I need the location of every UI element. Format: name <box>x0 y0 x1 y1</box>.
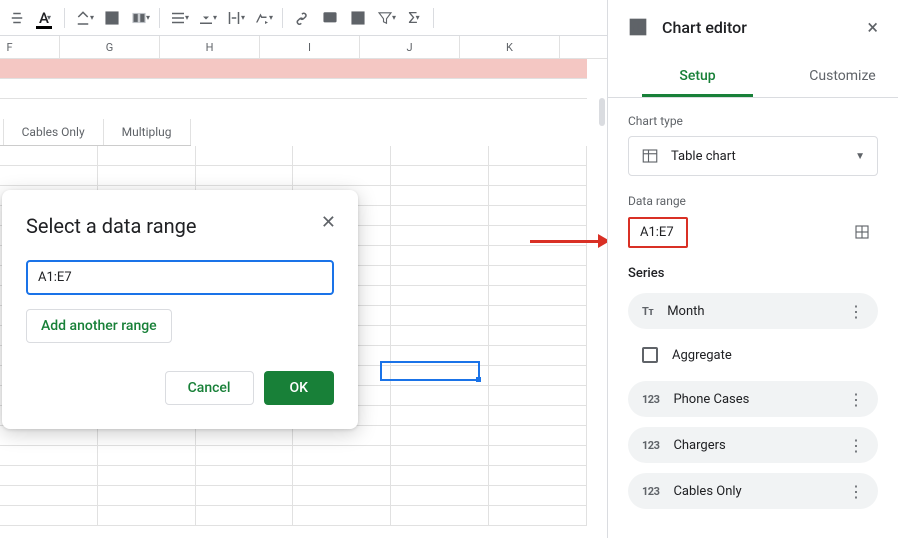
insert-link-icon[interactable] <box>289 5 315 31</box>
series-label: Month <box>667 304 848 319</box>
ok-button[interactable]: OK <box>264 371 335 405</box>
insert-comment-icon[interactable] <box>317 5 343 31</box>
chart-type-value: Table chart <box>671 149 855 164</box>
v-align-icon[interactable] <box>194 5 220 31</box>
series-item-chargers[interactable]: 123 Chargers ⋮ <box>628 427 878 463</box>
fill-color-icon[interactable] <box>71 5 97 31</box>
data-range-label: Data range <box>628 194 878 208</box>
text-type-icon: Tᴛ <box>642 305 653 318</box>
close-sidebar-icon[interactable]: × <box>867 15 878 39</box>
more-icon[interactable]: ⋮ <box>848 302 864 321</box>
more-icon[interactable]: ⋮ <box>848 482 864 501</box>
text-rotate-icon[interactable] <box>250 5 276 31</box>
more-icon[interactable]: ⋮ <box>848 436 864 455</box>
add-another-range-button[interactable]: Add another range <box>26 309 172 343</box>
column-headers: F G H I J K <box>0 36 607 59</box>
sidebar-title: Chart editor <box>662 18 867 37</box>
aggregate-row[interactable]: Aggregate <box>628 339 878 381</box>
select-data-range-modal: Select a data range ✕ Add another range … <box>2 190 358 429</box>
aggregate-label: Aggregate <box>672 348 732 363</box>
col-header[interactable]: H <box>160 36 260 58</box>
modal-title: Select a data range <box>26 214 334 238</box>
h-align-icon[interactable] <box>166 5 192 31</box>
data-range-input[interactable] <box>26 260 334 295</box>
selected-cell[interactable] <box>380 361 480 381</box>
aggregate-checkbox[interactable] <box>642 347 658 363</box>
chart-icon <box>628 17 648 37</box>
chart-type-select[interactable]: Table chart ▼ <box>628 136 878 176</box>
col-header[interactable]: K <box>460 36 560 58</box>
cancel-button[interactable]: Cancel <box>165 371 254 405</box>
text-color-icon[interactable]: A <box>32 5 58 31</box>
table-chart-icon <box>641 147 659 165</box>
strikethrough-icon[interactable] <box>4 5 30 31</box>
series-section-label: Series <box>628 266 878 281</box>
select-range-icon[interactable] <box>846 216 878 248</box>
tab-customize[interactable]: Customize <box>787 54 898 97</box>
functions-icon[interactable]: Σ <box>401 5 427 31</box>
col-header[interactable]: G <box>60 36 160 58</box>
scrollbar[interactable] <box>599 98 605 126</box>
data-range-value[interactable]: A1:E7 <box>628 217 688 248</box>
number-type-icon: 123 <box>642 485 659 498</box>
series-item-month[interactable]: Tᴛ Month ⋮ <box>628 293 878 329</box>
tab-multiplug[interactable]: Multiplug <box>104 119 191 145</box>
sheet-tabs: ers Cables Only Multiplug <box>0 119 191 146</box>
number-type-icon: 123 <box>642 439 659 452</box>
close-icon[interactable]: ✕ <box>321 212 336 233</box>
series-item-cables-only[interactable]: 123 Cables Only ⋮ <box>628 473 878 509</box>
borders-icon[interactable] <box>99 5 125 31</box>
chart-type-label: Chart type <box>628 114 878 128</box>
tab-cables-only[interactable]: Cables Only <box>4 119 104 145</box>
tab-setup[interactable]: Setup <box>642 54 753 97</box>
series-label: Chargers <box>673 438 848 453</box>
text-wrap-icon[interactable] <box>222 5 248 31</box>
series-item-phone-cases[interactable]: 123 Phone Cases ⋮ <box>628 381 878 417</box>
col-header[interactable]: I <box>260 36 360 58</box>
chevron-down-icon: ▼ <box>855 151 865 162</box>
annotation-arrow <box>530 232 612 252</box>
merge-cells-icon[interactable] <box>127 5 153 31</box>
series-label: Cables Only <box>673 484 848 499</box>
highlighted-row[interactable] <box>0 59 587 79</box>
col-header[interactable]: F <box>0 36 60 58</box>
more-icon[interactable]: ⋮ <box>848 390 864 409</box>
insert-chart-icon[interactable] <box>345 5 371 31</box>
series-label: Phone Cases <box>673 392 848 407</box>
col-header[interactable]: J <box>360 36 460 58</box>
chart-editor-sidebar: Chart editor × Setup Customize Chart typ… <box>607 0 898 538</box>
number-type-icon: 123 <box>642 393 659 406</box>
filter-icon[interactable] <box>373 5 399 31</box>
